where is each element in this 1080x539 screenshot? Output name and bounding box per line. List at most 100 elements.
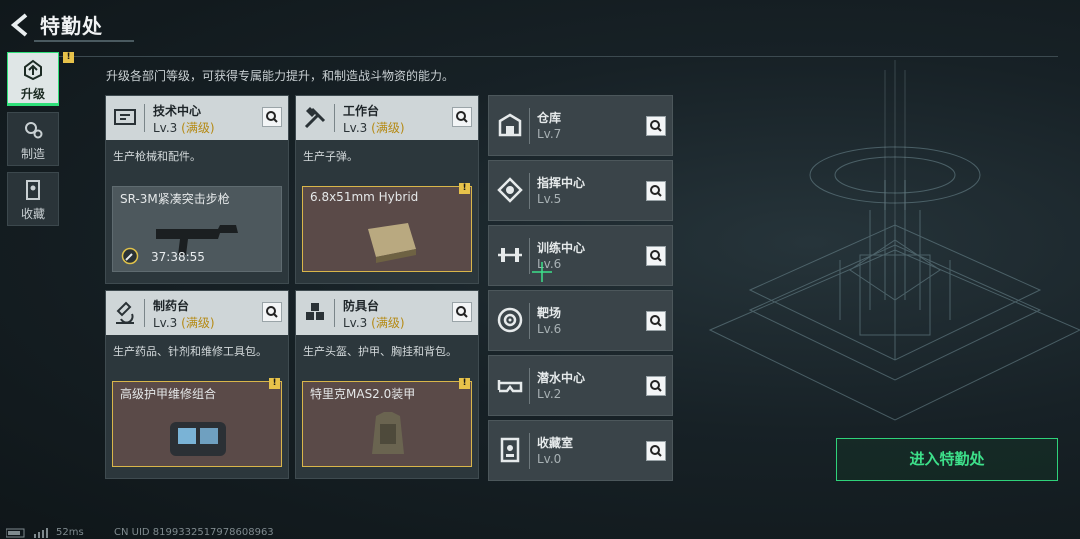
divider xyxy=(144,299,145,327)
user-uid: CN UID 8199332517978608963 xyxy=(114,527,274,538)
workbench-icon xyxy=(304,107,326,129)
facility-level: Lv.7 xyxy=(537,127,562,141)
divider xyxy=(529,108,530,144)
facility-level: Lv.2 xyxy=(537,387,562,401)
facility-level: Lv.3 (满级) xyxy=(153,316,215,330)
facility-card-collection-room[interactable]: 收藏室 Lv.0 xyxy=(488,420,673,481)
inspect-button[interactable] xyxy=(452,107,472,127)
nav-tab-collection[interactable]: 收藏 xyxy=(7,172,59,226)
timer-wrench-icon xyxy=(121,247,139,265)
alert-badge: ! xyxy=(459,378,470,389)
tech-center-icon xyxy=(114,109,136,125)
search-icon xyxy=(650,185,662,197)
pharmacy-icon xyxy=(116,301,134,324)
ammo-box-image xyxy=(368,223,416,263)
facility-level: Lv.3 (满级) xyxy=(153,121,215,135)
search-icon xyxy=(456,111,468,123)
alert-badge: ! xyxy=(269,378,280,389)
inspect-button[interactable] xyxy=(646,246,666,266)
search-icon xyxy=(650,380,662,392)
facility-name: 潜水中心 xyxy=(537,371,586,385)
training-center-icon xyxy=(498,248,522,262)
search-icon xyxy=(650,445,662,457)
page-title: 特勤处 xyxy=(40,14,103,38)
facility-name: 制药台 xyxy=(153,299,190,313)
page-description: 升级各部门等级，可获得专属能力提升，和制造战斗物资的能力。 xyxy=(106,69,455,83)
armor-bench-icon xyxy=(306,303,324,320)
crosshair-cursor-icon xyxy=(532,262,552,282)
divider xyxy=(529,303,530,339)
card-header: 技术中心 Lv.3 (满级) xyxy=(106,96,288,140)
facility-level: Lv.5 xyxy=(537,192,562,206)
facility-level: Lv.6 xyxy=(537,322,562,336)
divider xyxy=(529,433,530,469)
alert-badge: ! xyxy=(459,183,470,194)
inspect-button[interactable] xyxy=(646,311,666,331)
inspect-button[interactable] xyxy=(646,441,666,461)
gears-icon xyxy=(25,122,43,139)
shooting-range-icon xyxy=(497,307,523,333)
facility-level: Lv.3 (满级) xyxy=(343,316,405,330)
nav-tab-upgrade[interactable]: 升级 xyxy=(7,52,59,106)
production-slot[interactable]: SR-3M紧凑突击步枪 37:38:55 xyxy=(112,186,282,272)
production-slot[interactable]: 6.8x51mm Hybrid ! xyxy=(302,183,472,272)
facility-card-tech-center[interactable]: 技术中心 Lv.3 (满级) 生产枪械和配件。 SR-3M紧凑突击步枪 37:3… xyxy=(105,95,289,284)
product-name: 特里克MAS2.0装甲 xyxy=(310,387,416,401)
nav-label: 升级 xyxy=(20,87,45,101)
production-slot[interactable]: 高级护甲维修组合 ! xyxy=(112,378,282,467)
alert-badge: ! xyxy=(63,52,74,63)
facility-name: 靶场 xyxy=(537,306,562,320)
upgrade-icon xyxy=(24,59,42,81)
diving-center-icon xyxy=(497,380,523,393)
facility-description: 生产头盔、护甲、胸挂和背包。 xyxy=(303,345,457,358)
repair-kit-image xyxy=(170,422,226,456)
nav-tab-craft[interactable]: 制造 xyxy=(7,112,59,166)
production-slot[interactable]: 特里克MAS2.0装甲 ! xyxy=(302,378,472,467)
divider xyxy=(334,299,335,327)
facility-name: 技术中心 xyxy=(153,104,202,118)
enter-special-ops-button[interactable]: 进入特勤处 xyxy=(836,438,1058,481)
ping-readout: 52ms xyxy=(56,527,84,538)
facility-name: 仓库 xyxy=(537,111,562,125)
facility-card-command-center[interactable]: 指挥中心 Lv.5 xyxy=(488,160,673,221)
facility-description: 生产枪械和配件。 xyxy=(113,150,201,163)
title-underline xyxy=(34,40,134,42)
card-header: 制药台 Lv.3 (满级) xyxy=(106,291,288,335)
status-icons xyxy=(6,528,48,538)
facility-name: 防具台 xyxy=(343,299,380,313)
facility-hologram xyxy=(708,60,1080,421)
header-divider xyxy=(40,56,1058,57)
search-icon xyxy=(266,306,278,318)
facility-name: 训练中心 xyxy=(537,241,586,255)
divider xyxy=(529,173,530,209)
collection-room-icon xyxy=(500,437,520,463)
inspect-button[interactable] xyxy=(262,107,282,127)
facility-description: 生产子弹。 xyxy=(303,150,358,163)
warehouse-icon xyxy=(498,113,522,137)
product-name: 6.8x51mm Hybrid xyxy=(310,190,419,204)
back-arrow-icon[interactable] xyxy=(8,12,34,38)
facility-card-shooting-range[interactable]: 靶场 Lv.6 xyxy=(488,290,673,351)
facility-card-warehouse[interactable]: 仓库 Lv.7 xyxy=(488,95,673,156)
facility-card-workbench[interactable]: 工作台 Lv.3 (满级) 生产子弹。 6.8x51mm Hybrid ! xyxy=(295,95,479,284)
product-name: 高级护甲维修组合 xyxy=(120,387,217,401)
command-center-icon xyxy=(497,177,523,203)
inspect-button[interactable] xyxy=(262,302,282,322)
inspect-button[interactable] xyxy=(646,181,666,201)
facility-card-pharmacy[interactable]: 制药台 Lv.3 (满级) 生产药品、针剂和维修工具包。 高级护甲维修组合 ! xyxy=(105,290,289,479)
facility-card-training-center[interactable]: 训练中心 Lv.6 xyxy=(488,225,673,286)
facility-card-armor-bench[interactable]: 防具台 Lv.3 (满级) 生产头盔、护甲、胸挂和背包。 特里克MAS2.0装甲… xyxy=(295,290,479,479)
divider xyxy=(144,104,145,132)
card-header: 工作台 Lv.3 (满级) xyxy=(296,96,478,140)
card-header: 防具台 Lv.3 (满级) xyxy=(296,291,478,335)
inspect-button[interactable] xyxy=(452,302,472,322)
search-icon xyxy=(650,250,662,262)
inspect-button[interactable] xyxy=(646,376,666,396)
search-icon xyxy=(456,306,468,318)
facility-name: 指挥中心 xyxy=(537,176,586,190)
inspect-button[interactable] xyxy=(646,116,666,136)
facility-card-diving-center[interactable]: 潜水中心 Lv.2 xyxy=(488,355,673,416)
collection-icon xyxy=(26,180,40,200)
production-timer: 37:38:55 xyxy=(151,250,205,264)
divider xyxy=(529,368,530,404)
